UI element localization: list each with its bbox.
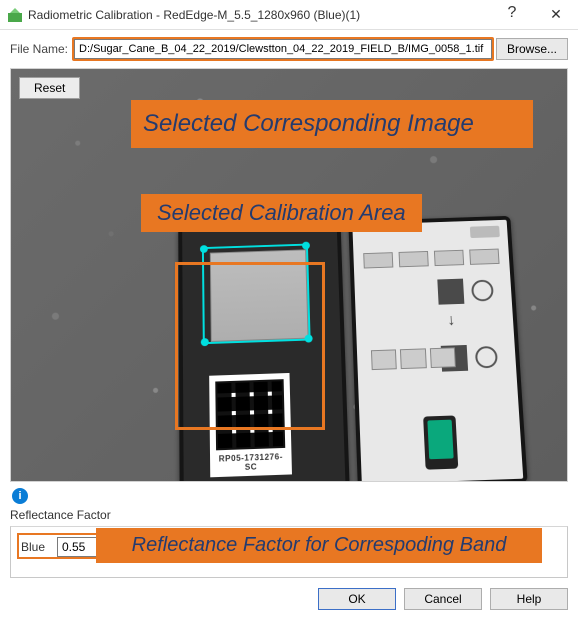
calibration-panel-board: RP05-1731276-SC ↓ — [178, 216, 527, 482]
calibration-panel-right: ↓ — [348, 216, 527, 482]
annotation-selected-image: Selected Corresponding Image — [131, 100, 533, 148]
annotation-selected-area: Selected Calibration Area — [141, 194, 422, 232]
tile-icon — [437, 279, 464, 305]
reset-button[interactable]: Reset — [19, 77, 80, 99]
titlebar-help-button[interactable]: ? — [490, 0, 534, 30]
info-icon[interactable]: i — [12, 488, 28, 504]
panel-logo-icon — [470, 226, 500, 238]
cancel-button[interactable]: Cancel — [404, 588, 482, 610]
qr-code-icon — [215, 379, 285, 450]
file-path-input[interactable] — [74, 39, 492, 59]
dialog-window: Radiometric Calibration - RedEdge-M_5.5_… — [0, 0, 578, 640]
panel-icon-row — [363, 249, 500, 273]
clock-icon — [471, 280, 494, 302]
qr-label: RP05-1731276-SC — [216, 452, 286, 473]
band-label: Blue — [21, 540, 49, 554]
dialog-footer: OK Cancel Help — [10, 588, 568, 610]
help-button[interactable]: Help — [490, 588, 568, 610]
dialog-content: File Name: Browse... Reset — [0, 30, 578, 640]
file-row: File Name: Browse... — [10, 38, 568, 60]
reflectance-factor-label: Reflectance Factor — [10, 508, 568, 522]
bars-icon — [371, 347, 456, 370]
selection-handle-tr[interactable] — [302, 242, 310, 250]
selection-handle-bl[interactable] — [201, 338, 209, 346]
selection-handle-tl[interactable] — [200, 245, 208, 253]
browse-button[interactable]: Browse... — [496, 38, 568, 60]
window-title: Radiometric Calibration - RedEdge-M_5.5_… — [28, 8, 490, 22]
qr-block: RP05-1731276-SC — [209, 373, 292, 477]
file-path-wrap — [74, 39, 492, 59]
titlebar-close-button[interactable]: ✕ — [534, 0, 578, 30]
file-name-label: File Name: — [10, 42, 68, 56]
app-icon — [8, 8, 22, 22]
ok-button[interactable]: OK — [318, 588, 396, 610]
arrow-down-icon: ↓ — [447, 312, 456, 330]
annotation-reflectance: Reflectance Factor for Correspoding Band — [96, 528, 542, 563]
titlebar: Radiometric Calibration - RedEdge-M_5.5_… — [0, 0, 578, 30]
calibration-target-square — [210, 249, 309, 342]
phone-icon — [423, 415, 458, 469]
calibration-panel-left: RP05-1731276-SC — [178, 222, 350, 482]
clock-icon — [475, 346, 498, 369]
